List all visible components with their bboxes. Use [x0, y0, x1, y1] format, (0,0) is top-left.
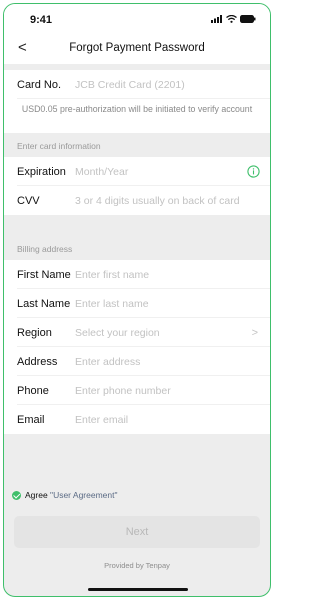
address-label: Address — [17, 355, 58, 368]
phone-label: Phone — [17, 384, 49, 397]
card-number-value: JCB Credit Card (2201) — [75, 78, 185, 91]
phone-input[interactable]: Enter phone number — [75, 385, 171, 397]
expiration-input[interactable]: Month/Year — [75, 166, 128, 178]
region-label: Region — [17, 326, 52, 339]
region-select[interactable]: Select your region — [75, 327, 160, 339]
status-icons — [211, 15, 256, 23]
agree-text: Agree — [25, 490, 51, 500]
cvv-row[interactable]: CVV 3 or 4 digits usually on back of car… — [4, 186, 270, 215]
next-button[interactable]: Next — [14, 516, 260, 548]
battery-icon — [240, 15, 256, 23]
cvv-input[interactable]: 3 or 4 digits usually on back of card — [75, 195, 240, 207]
last-name-input[interactable]: Enter last name — [75, 298, 149, 310]
info-circle-icon[interactable] — [247, 165, 260, 178]
user-agreement-link[interactable]: "User Agreement" — [50, 490, 117, 500]
region-row[interactable]: Region Select your region > — [4, 318, 270, 347]
first-name-row[interactable]: First Name Enter first name — [4, 260, 270, 289]
agree-checkbox[interactable] — [12, 490, 21, 500]
expiration-row[interactable]: Expiration Month/Year — [4, 157, 270, 186]
last-name-row[interactable]: Last Name Enter last name — [4, 289, 270, 318]
billing-section-label: Billing address — [17, 244, 73, 254]
address-input[interactable]: Enter address — [75, 356, 140, 368]
status-time: 9:41 — [30, 14, 53, 26]
last-name-label: Last Name — [17, 297, 71, 310]
nav-bar: < Forgot Payment Password — [4, 34, 270, 64]
signal-icon — [211, 15, 222, 23]
status-bar: 9:41 — [4, 4, 270, 34]
address-row[interactable]: Address Enter address — [4, 347, 270, 376]
card-number-label: Card No. — [17, 78, 62, 91]
preauth-note: USD0.05 pre-authorization will be initia… — [21, 104, 253, 114]
wifi-icon — [226, 15, 237, 23]
provided-by-text: Provided by Tenpay — [104, 561, 170, 570]
phone-row[interactable]: Phone Enter phone number — [4, 376, 270, 405]
email-row[interactable]: Email Enter email — [4, 405, 270, 434]
first-name-input[interactable]: Enter first name — [75, 269, 149, 281]
card-info-section-label: Enter card information — [17, 141, 101, 151]
home-indicator[interactable] — [88, 588, 188, 591]
page-title: Forgot Payment Password — [69, 42, 205, 54]
chevron-right-icon: > — [251, 326, 258, 339]
expiration-label: Expiration — [17, 165, 66, 178]
agreement-row: Agree "User Agreement" — [12, 490, 118, 500]
email-input[interactable]: Enter email — [75, 414, 128, 426]
first-name-label: First Name — [17, 268, 71, 281]
phone-screen: 9:41 < Forgot Payment Password Card No. … — [3, 3, 271, 597]
cvv-label: CVV — [17, 194, 40, 207]
preauth-note-row: USD0.05 pre-authorization will be initia… — [4, 99, 270, 133]
card-number-row: Card No. JCB Credit Card (2201) — [4, 70, 270, 99]
email-label: Email — [17, 413, 45, 426]
form-content: Card No. JCB Credit Card (2201) USD0.05 … — [4, 64, 270, 596]
